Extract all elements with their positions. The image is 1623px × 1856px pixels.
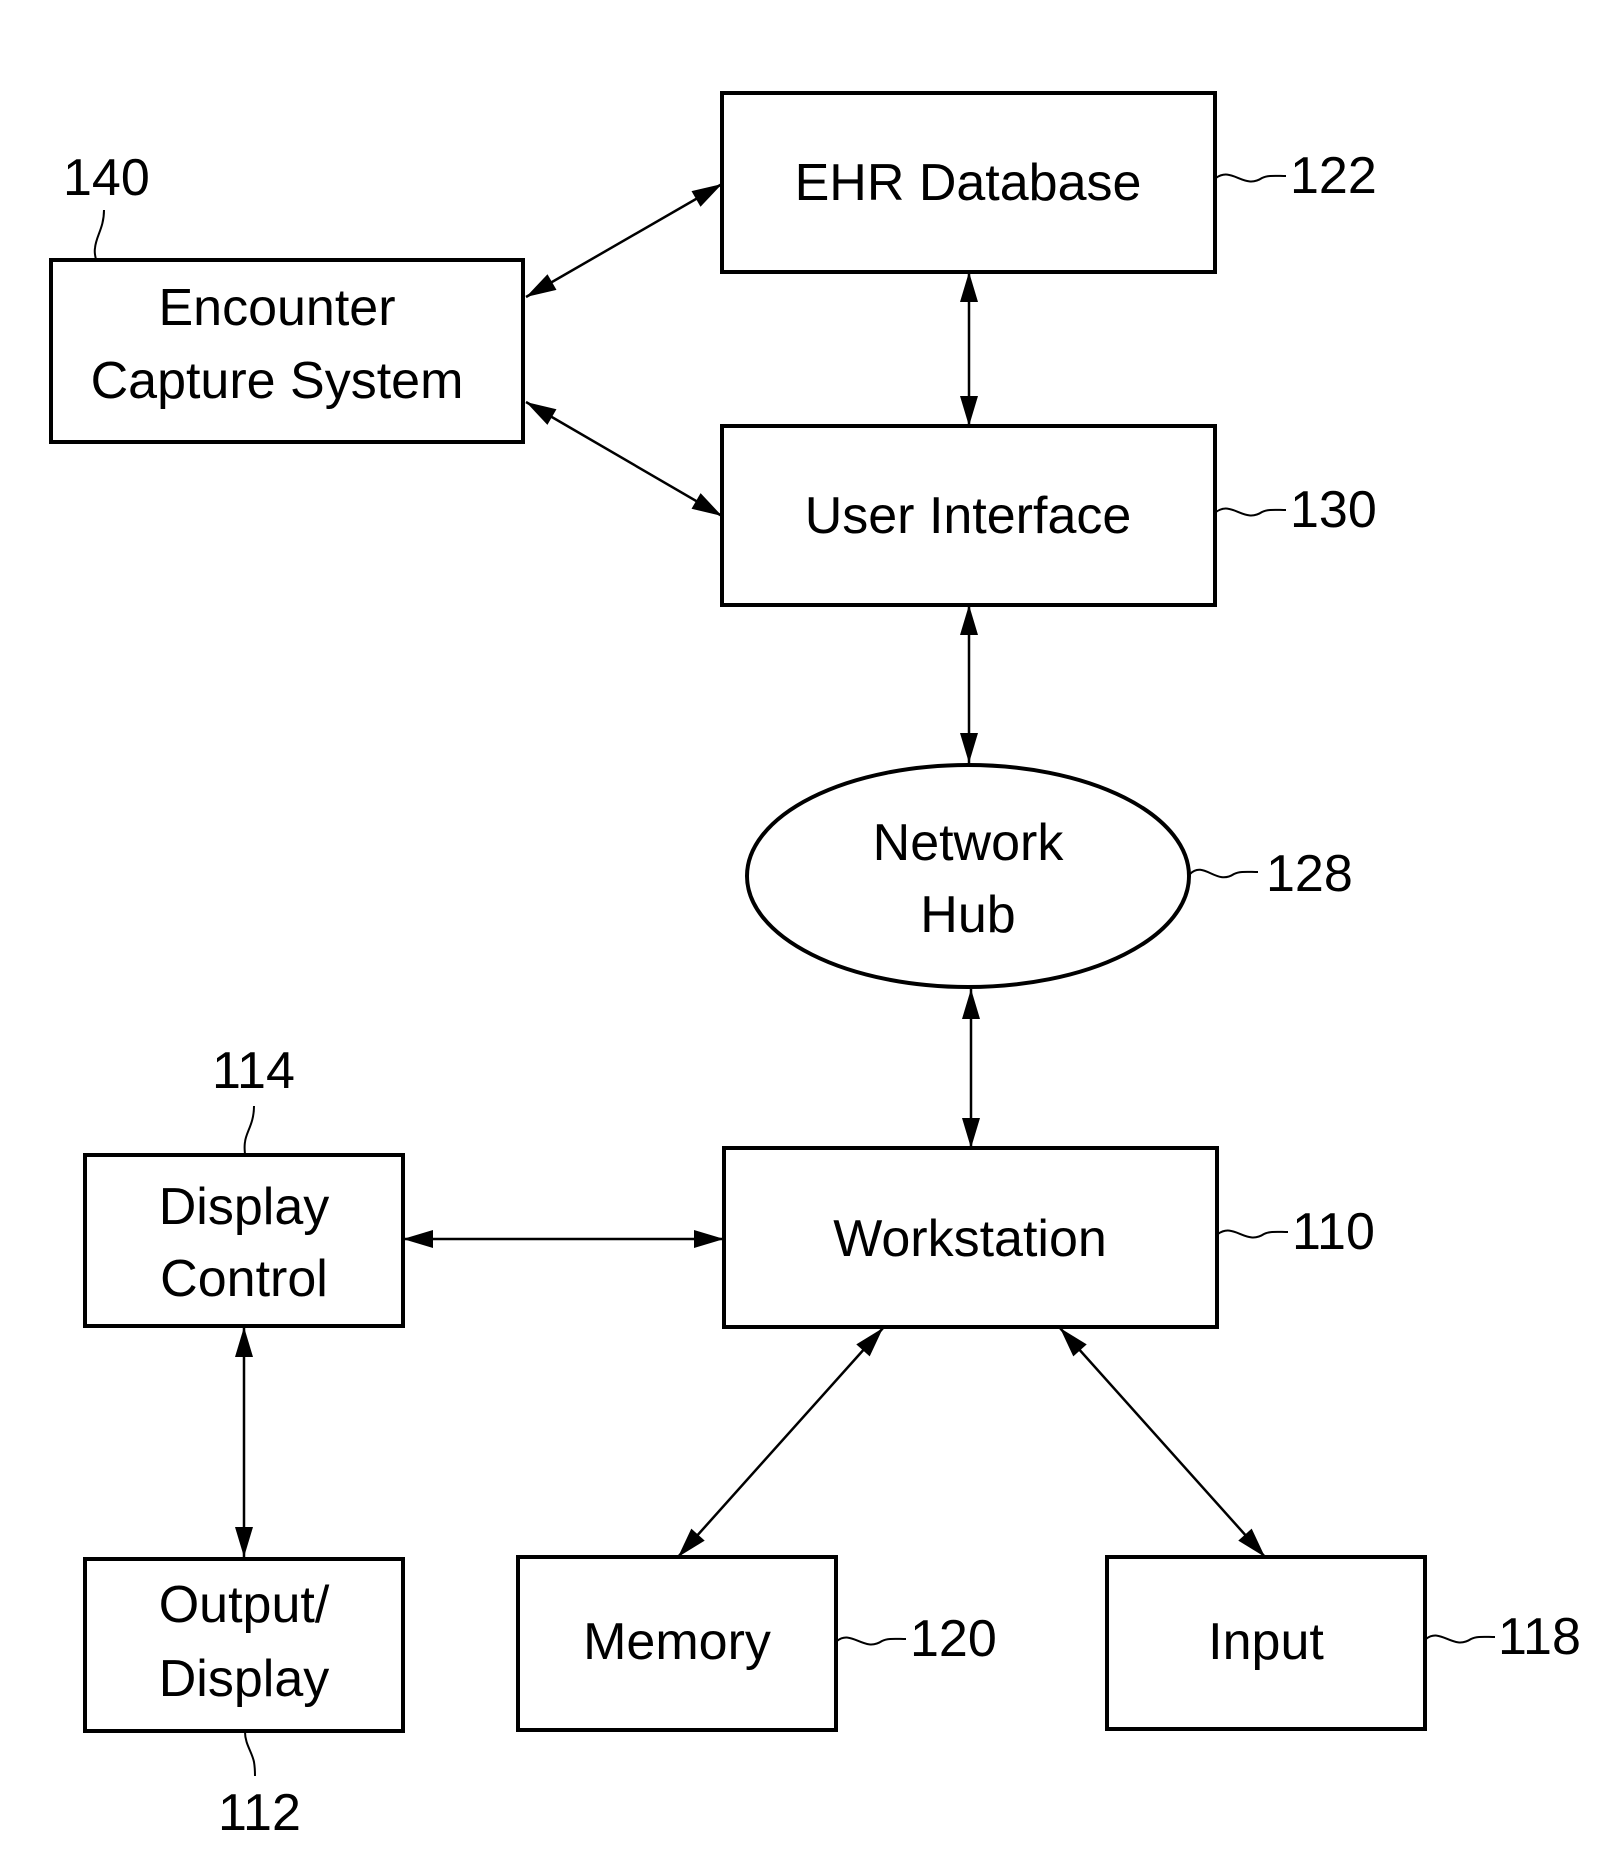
edge-ehr-ui-arrowhead-start [960, 272, 978, 302]
leader-110 [1217, 1229, 1289, 1239]
leader-140 [93, 209, 105, 261]
edge-ui-hub-arrowhead-start [960, 605, 978, 635]
leader-128 [1189, 868, 1259, 879]
ref-numeral-140: 140 [63, 149, 150, 207]
node-display-control: Display Control [83, 1153, 405, 1328]
edge-encounter-ui-arrowhead-start [526, 402, 557, 425]
ref-numeral-110: 110 [1292, 1203, 1375, 1261]
ref-numeral-130: 130 [1290, 481, 1377, 539]
ref-numeral-122: 122 [1290, 147, 1377, 205]
edge-workstation-memory [677, 1327, 884, 1558]
output-display-label-line1: Output/ [159, 1576, 330, 1634]
edge-encounter-ui-arrowhead-end [691, 493, 722, 516]
edge-encounter-ehr-arrowhead-end [691, 184, 722, 207]
node-user-interface: User Interface [720, 424, 1217, 607]
edge-encounter-ui [525, 400, 723, 518]
edge-encounter-ehr-arrowhead-start [526, 274, 557, 297]
output-display-label-line2: Display [159, 1650, 330, 1708]
reference-130: 130 [1215, 481, 1377, 539]
leader-114 [243, 1105, 255, 1156]
reference-122: 122 [1215, 147, 1377, 205]
display-control-label-line1: Display [159, 1178, 330, 1236]
leader-120 [836, 1636, 907, 1646]
reference-110: 110 [1217, 1203, 1375, 1261]
network-hub-label-line1: Network [873, 814, 1065, 872]
ref-numeral-114: 114 [212, 1042, 295, 1100]
leader-118 [1425, 1634, 1496, 1644]
encounter-capture-label-line2: Capture System [91, 352, 464, 410]
edge-displaycontrol-workstation-arrowhead-start [403, 1230, 433, 1248]
ref-numeral-128: 128 [1266, 845, 1353, 903]
edge-hub-workstation-arrowhead-end [962, 1118, 980, 1148]
node-ehr-database: EHR Database [720, 91, 1217, 274]
input-label: Input [1208, 1613, 1324, 1671]
node-workstation: Workstation [722, 1146, 1219, 1329]
user-interface-label: User Interface [805, 487, 1132, 545]
leader-122 [1215, 173, 1287, 183]
workstation-label: Workstation [833, 1210, 1107, 1268]
reference-120: 120 [836, 1610, 997, 1668]
node-network-hub: Network Hub [745, 763, 1191, 989]
edge-displaycontrol-output-arrowhead-start [235, 1327, 253, 1357]
reference-114: 114 [212, 1042, 295, 1156]
edge-ehr-ui-arrowhead-end [960, 396, 978, 426]
edge-displaycontrol-output-arrowhead-end [235, 1527, 253, 1557]
reference-112: 112 [218, 1731, 301, 1842]
reference-118: 118 [1425, 1608, 1581, 1666]
memory-label: Memory [583, 1613, 771, 1671]
node-input: Input [1105, 1555, 1427, 1731]
node-output-display: Output/ Display [83, 1557, 405, 1733]
leader-130 [1215, 507, 1287, 517]
display-control-label-line2: Control [160, 1250, 328, 1308]
reference-140: 140 [63, 149, 150, 261]
ref-numeral-118: 118 [1498, 1608, 1581, 1666]
network-hub-label-line2: Hub [920, 886, 1015, 944]
ref-numeral-120: 120 [910, 1610, 997, 1668]
encounter-capture-label-line1: Encounter [158, 279, 395, 337]
reference-128: 128 [1189, 845, 1353, 903]
edge-displaycontrol-workstation-arrowhead-end [694, 1230, 724, 1248]
ref-numeral-112: 112 [218, 1784, 301, 1842]
node-encounter-capture-system: Encounter Capture System [49, 258, 525, 444]
node-memory: Memory [516, 1555, 838, 1732]
edge-hub-workstation-arrowhead-start [962, 989, 980, 1019]
ehr-database-label: EHR Database [795, 154, 1142, 212]
leader-112 [244, 1731, 256, 1777]
edge-ui-hub-arrowhead-end [960, 733, 978, 763]
edge-workstation-input [1059, 1327, 1266, 1558]
edge-encounter-ehr [525, 182, 723, 299]
system-block-diagram: EHR Database User Interface Encounter Ca… [49, 91, 1581, 1842]
